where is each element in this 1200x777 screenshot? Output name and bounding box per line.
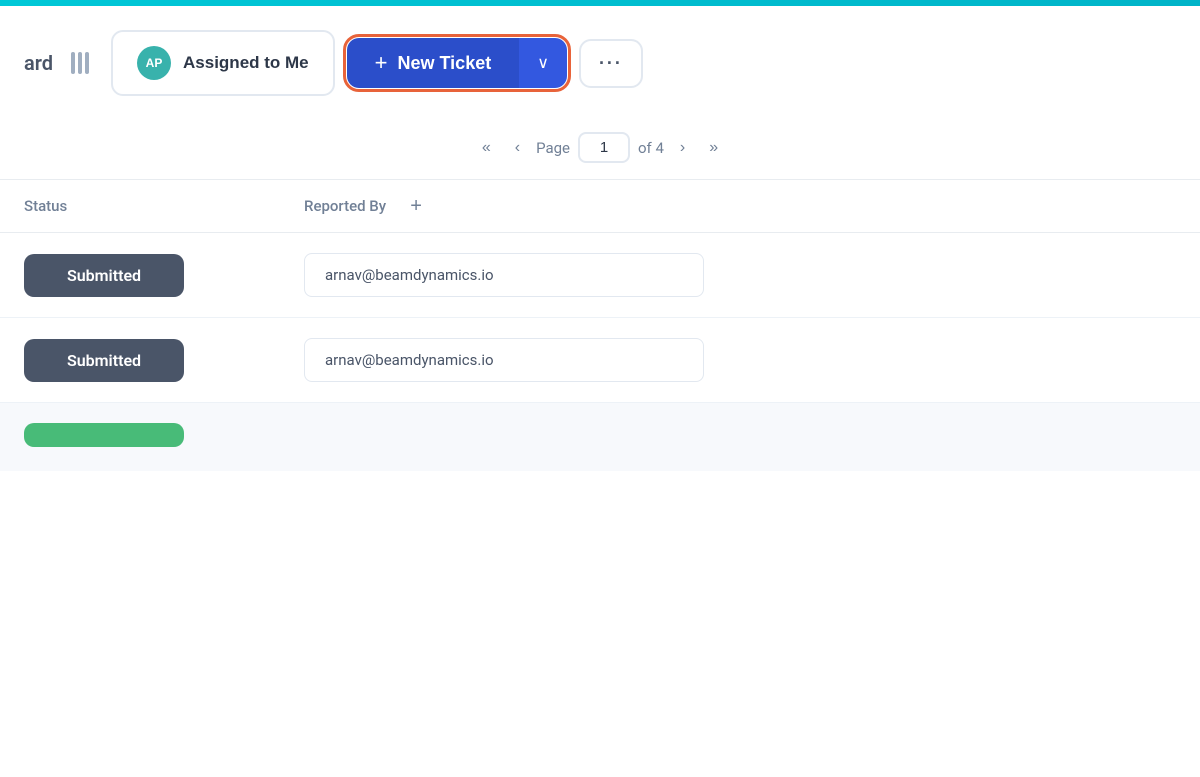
page-label: Page [536,139,570,157]
email-value-2: arnav@beamdynamics.io [304,338,704,382]
more-options-button[interactable]: ··· [579,39,643,88]
plus-col-icon: + [410,195,422,218]
email-cell-2: arnav@beamdynamics.io [304,338,1176,382]
column-bar-1 [71,52,75,74]
status-cell-2: Submitted [24,339,304,382]
table-header: Status Reported By + [0,180,1200,233]
breadcrumb-partial: ard [24,51,53,75]
reported-by-column-header: Reported By + [304,192,1176,220]
column-bar-3 [85,52,89,74]
new-ticket-dropdown-button[interactable]: ∨ [519,38,567,88]
status-cell-1: Submitted [24,254,304,297]
status-badge-3[interactable] [24,423,184,447]
email-cell-1: arnav@beamdynamics.io [304,253,1176,297]
new-ticket-label: New Ticket [398,53,492,74]
toolbar-left: ard [24,44,99,82]
add-column-button[interactable]: + [402,192,430,220]
ellipsis-icon: ··· [599,53,623,74]
column-view-button[interactable] [61,44,99,82]
toolbar: ard AP Assigned to Me + New Ticket ∨ [0,6,1200,116]
avatar-text: AP [146,56,163,70]
status-column-header: Status [24,197,304,215]
table-row [0,403,1200,471]
email-value-1: arnav@beamdynamics.io [304,253,704,297]
column-bar-2 [78,52,82,74]
chevron-down-icon: ∨ [537,53,549,73]
prev-page-button[interactable]: ‹ [507,135,528,161]
of-label: of 4 [638,139,664,157]
last-page-icon: » [709,139,718,156]
new-ticket-button[interactable]: + New Ticket [347,38,520,88]
status-cell-3 [24,423,304,451]
first-page-button[interactable]: « [474,135,499,161]
table-row: Submitted arnav@beamdynamics.io [0,318,1200,403]
prev-page-icon: ‹ [515,139,520,156]
first-page-icon: « [482,139,491,156]
new-ticket-group: + New Ticket ∨ [347,38,567,88]
main-content: ard AP Assigned to Me + New Ticket ∨ [0,6,1200,777]
reported-by-label: Reported By [304,197,386,215]
assigned-to-me-button[interactable]: AP Assigned to Me [111,30,335,96]
next-page-icon: › [680,139,685,156]
avatar: AP [137,46,171,80]
next-page-button[interactable]: › [672,135,693,161]
last-page-button[interactable]: » [701,135,726,161]
pagination-row: « ‹ Page of 4 › » [0,116,1200,180]
page-input[interactable] [578,132,630,163]
status-badge-1[interactable]: Submitted [24,254,184,297]
plus-icon: + [375,52,388,74]
assigned-to-me-label: Assigned to Me [183,53,309,73]
status-badge-2[interactable]: Submitted [24,339,184,382]
table-row: Submitted arnav@beamdynamics.io [0,233,1200,318]
